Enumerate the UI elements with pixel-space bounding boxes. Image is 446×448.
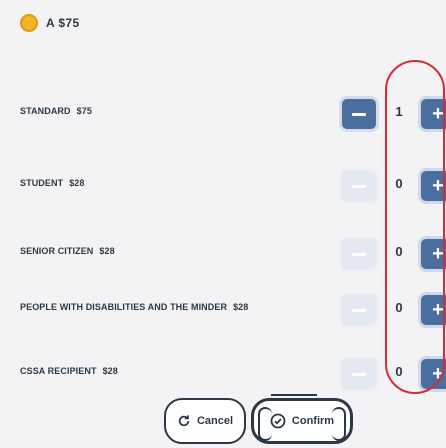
ticket-row: STUDENT $28 0 +: [0, 166, 446, 206]
coin-icon: [20, 14, 38, 32]
ticket-price: $28: [99, 246, 115, 256]
ticket-quantity: 1: [395, 104, 403, 119]
balance-text: A $75: [46, 16, 80, 30]
minus-icon: [352, 184, 366, 188]
increase-button[interactable]: +: [418, 236, 446, 272]
ticket-price: $28: [233, 302, 249, 312]
ticket-type: STANDARD: [20, 106, 71, 116]
ticket-price: $75: [76, 106, 92, 116]
decrease-button[interactable]: [339, 96, 379, 132]
plus-icon: +: [432, 299, 444, 321]
ticket-price: $28: [69, 178, 85, 188]
ticket-quantity: 0: [395, 364, 403, 379]
confirm-button[interactable]: Confirm: [251, 398, 353, 444]
decrease-button[interactable]: [339, 236, 379, 272]
divider: [271, 394, 317, 396]
minus-icon: [352, 252, 366, 256]
ticket-quantity: 0: [395, 176, 403, 191]
increase-button[interactable]: +: [418, 96, 446, 132]
balance-header: A $75: [20, 14, 80, 32]
ticket-row: CSSA RECIPIENT $28 0 +: [0, 354, 446, 394]
ticket-row: SENIOR CITIZEN $28 0 +: [0, 234, 446, 274]
minus-icon: [352, 308, 366, 312]
confirm-label: Confirm: [291, 415, 335, 427]
plus-icon: +: [432, 243, 444, 265]
ticket-type: CSSA RECIPIENT: [20, 366, 97, 376]
minus-icon: [352, 112, 366, 116]
plus-icon: +: [432, 103, 444, 125]
plus-icon: +: [432, 363, 444, 385]
ticket-label: STANDARD $75: [20, 106, 92, 116]
plus-icon: +: [432, 175, 444, 197]
ticket-type: PEOPLE WITH DISABILITIES AND THE MINDER: [20, 302, 228, 312]
increase-button[interactable]: +: [418, 356, 446, 392]
ticket-row: PEOPLE WITH DISABILITIES AND THE MINDER $…: [0, 290, 446, 330]
ticket-label: STUDENT $28: [20, 178, 85, 188]
ticket-type: STUDENT: [20, 178, 64, 188]
cancel-label: Cancel: [196, 415, 234, 427]
check-circle-icon: [270, 413, 286, 429]
decrease-button[interactable]: [339, 292, 379, 328]
increase-button[interactable]: +: [418, 168, 446, 204]
cancel-button[interactable]: Cancel: [164, 398, 246, 444]
minus-icon: [352, 372, 366, 376]
ticket-type: SENIOR CITIZEN: [20, 246, 94, 256]
refresh-icon: [178, 415, 190, 427]
decrease-button[interactable]: [339, 356, 379, 392]
ticket-quantity: 0: [395, 244, 403, 259]
ticket-label: PEOPLE WITH DISABILITIES AND THE MINDER $…: [20, 302, 248, 312]
ticket-row: STANDARD $75 1 +: [0, 94, 446, 134]
ticket-price: $28: [102, 366, 118, 376]
ticket-label: SENIOR CITIZEN $28: [20, 246, 115, 256]
increase-button[interactable]: +: [418, 292, 446, 328]
decrease-button[interactable]: [339, 168, 379, 204]
ticket-quantity: 0: [395, 300, 403, 315]
ticket-label: CSSA RECIPIENT $28: [20, 366, 118, 376]
